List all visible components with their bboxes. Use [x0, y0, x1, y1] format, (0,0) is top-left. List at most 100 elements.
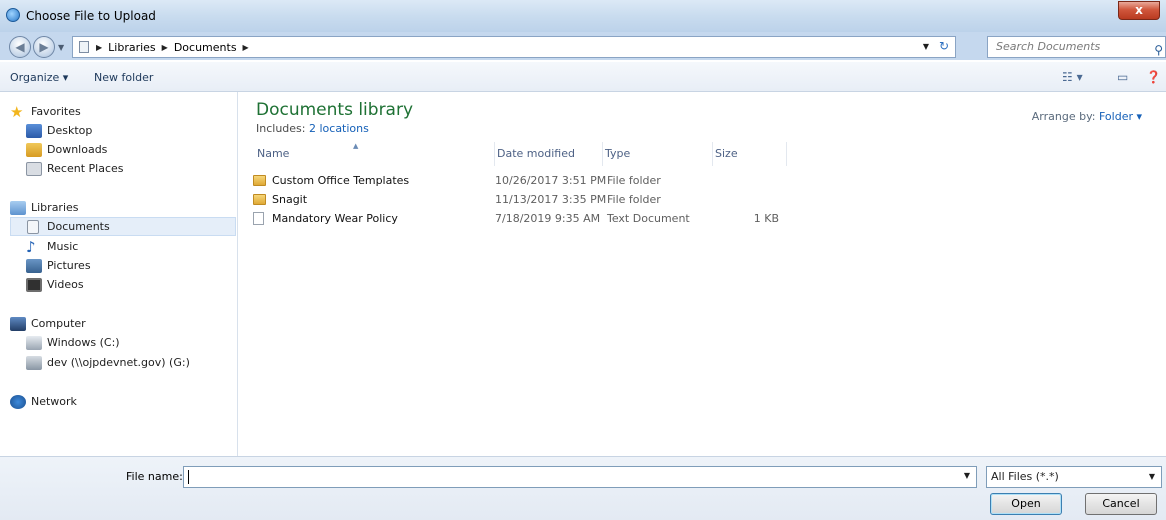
file-date: 7/18/2019 9:35 AM — [495, 212, 601, 225]
file-name: Mandatory Wear Policy — [272, 212, 398, 225]
refresh-icon[interactable]: ↻ — [939, 39, 949, 53]
file-type: Text Document — [607, 212, 690, 225]
folder-icon — [253, 175, 266, 186]
file-name-input[interactable]: ▼ — [183, 466, 977, 488]
nav-favorites[interactable]: ★ Favorites — [10, 102, 81, 121]
nav-downloads[interactable]: Downloads — [26, 140, 107, 159]
recent-pages-dropdown[interactable]: ▼ — [58, 43, 64, 52]
breadcrumb-documents[interactable]: Documents — [174, 41, 237, 54]
search-input[interactable]: Search Documents ⚲ — [987, 36, 1166, 58]
back-button[interactable]: ◀ — [9, 36, 31, 58]
forward-button[interactable]: ▶ — [33, 36, 55, 58]
file-row[interactable]: Custom Office Templates 10/26/2017 3:51 … — [253, 172, 853, 191]
recent-places-icon — [26, 161, 42, 176]
star-icon: ★ — [10, 102, 24, 121]
videos-icon — [26, 277, 42, 292]
cancel-button[interactable]: Cancel — [1085, 493, 1157, 515]
libraries-icon — [10, 200, 26, 215]
folder-icon — [253, 194, 266, 205]
nav-label: Music — [47, 240, 79, 253]
network-drive-icon — [26, 355, 42, 370]
nav-computer[interactable]: Computer — [10, 314, 86, 333]
network-icon — [10, 394, 26, 409]
chevron-down-icon[interactable]: ▼ — [1149, 467, 1155, 487]
library-includes: Includes: 2 locations — [256, 122, 369, 135]
nav-label: Favorites — [31, 105, 81, 118]
new-folder-button[interactable]: New folder — [94, 71, 153, 84]
nav-recent-places[interactable]: Recent Places — [26, 159, 124, 178]
text-caret — [188, 470, 189, 484]
organize-button[interactable]: Organize ▾ — [10, 71, 68, 84]
music-icon: ♪ — [26, 237, 36, 256]
change-view-icon[interactable]: ☷ ▾ — [1062, 70, 1083, 84]
breadcrumb[interactable]: ▶ Libraries ▶ Documents ▶ ▼ ↻ — [72, 36, 956, 58]
locations-link[interactable]: 2 locations — [309, 122, 369, 135]
file-type: File folder — [607, 174, 661, 187]
nav-label: Recent Places — [47, 162, 124, 175]
file-date: 10/26/2017 3:51 PM — [495, 174, 607, 187]
nav-label: Downloads — [47, 143, 108, 156]
file-name: Snagit — [272, 193, 308, 206]
search-placeholder: Search Documents — [996, 40, 1101, 53]
column-header-name[interactable]: Name — [255, 142, 495, 166]
downloads-icon — [26, 142, 42, 157]
computer-icon — [10, 316, 26, 331]
file-name-label: File name: — [126, 470, 183, 483]
column-header-size[interactable]: Size — [713, 142, 787, 166]
file-date: 11/13/2017 3:35 PM — [495, 193, 607, 206]
ie-icon — [6, 8, 20, 22]
nav-label: Videos — [47, 278, 84, 291]
chevron-down-icon[interactable]: ▼ — [964, 471, 970, 480]
arrange-by-dropdown[interactable]: Folder ▾ — [1099, 110, 1142, 123]
search-icon[interactable]: ⚲ — [1154, 40, 1163, 60]
footer-pane: File name: ▼ All Files (*.*) ▼ Open Canc… — [0, 456, 1166, 520]
desktop-icon — [26, 123, 42, 138]
nav-dev-network-drive[interactable]: dev (\\ojpdevnet.gov) (G:) — [26, 353, 190, 372]
nav-pictures[interactable]: Pictures — [26, 256, 91, 275]
chevron-right-icon[interactable]: ▶ — [243, 43, 249, 52]
close-button[interactable]: x — [1118, 1, 1160, 20]
nav-label: Network — [31, 395, 77, 408]
nav-documents[interactable]: Documents — [10, 217, 236, 236]
chevron-right-icon[interactable]: ▶ — [96, 43, 102, 52]
column-header-date[interactable]: Date modified — [495, 142, 603, 166]
column-header-type[interactable]: Type — [603, 142, 713, 166]
file-name-cell[interactable]: Custom Office Templates — [253, 174, 409, 187]
chevron-right-icon[interactable]: ▶ — [162, 43, 168, 52]
file-row[interactable]: Mandatory Wear Policy 7/18/2019 9:35 AM … — [253, 210, 853, 229]
breadcrumb-libraries[interactable]: Libraries — [108, 41, 156, 54]
nav-label: Computer — [31, 317, 86, 330]
nav-network[interactable]: Network — [10, 392, 77, 411]
nav-videos[interactable]: Videos — [26, 275, 84, 294]
nav-label: Windows (C:) — [47, 336, 120, 349]
preview-pane-icon[interactable]: ▭ — [1117, 70, 1128, 84]
file-name: Custom Office Templates — [272, 174, 410, 187]
drive-icon — [26, 335, 42, 350]
window-title: Choose File to Upload — [26, 9, 156, 23]
arrange-label: Arrange by: — [1031, 110, 1096, 123]
library-title: Documents library — [256, 100, 414, 120]
nav-label: Pictures — [47, 259, 91, 272]
nav-desktop[interactable]: Desktop — [26, 121, 92, 140]
file-size: 1 KB — [753, 212, 779, 225]
file-name-cell[interactable]: Mandatory Wear Policy — [253, 212, 398, 225]
help-icon[interactable]: ❓ — [1146, 70, 1161, 84]
file-name-cell[interactable]: Snagit — [253, 193, 307, 206]
file-type-filter[interactable]: All Files (*.*) ▼ — [986, 466, 1162, 488]
file-type: File folder — [607, 193, 661, 206]
address-history-dropdown[interactable]: ▼ — [923, 42, 929, 51]
file-row[interactable]: Snagit 11/13/2017 3:35 PM File folder — [253, 191, 853, 210]
arrange-by[interactable]: Arrange by: Folder ▾ — [1032, 110, 1142, 123]
file-list-pane: Documents library Includes: 2 locations … — [239, 92, 1166, 456]
nav-label: Documents — [47, 220, 110, 233]
nav-label: Libraries — [31, 201, 79, 214]
pictures-icon — [26, 258, 42, 273]
toolbar: Organize ▾ New folder ☷ ▾ ▭ ❓ — [0, 62, 1166, 92]
title-bar: Choose File to Upload x — [0, 0, 1166, 32]
document-icon — [27, 219, 39, 234]
nav-windows-drive[interactable]: Windows (C:) — [26, 333, 120, 352]
address-row: ◀ ▶ ▼ ▶ Libraries ▶ Documents ▶ ▼ ↻ Sear… — [0, 32, 1166, 60]
nav-music[interactable]: ♪ Music — [26, 237, 78, 256]
nav-libraries[interactable]: Libraries — [10, 198, 79, 217]
open-button[interactable]: Open — [990, 493, 1062, 515]
